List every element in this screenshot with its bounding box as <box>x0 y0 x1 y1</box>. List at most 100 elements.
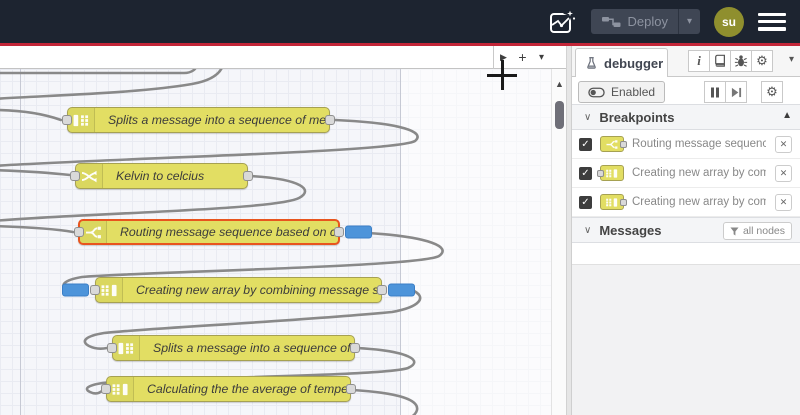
main-menu-button[interactable] <box>758 11 786 33</box>
message-filter-button[interactable]: all nodes <box>722 222 792 240</box>
change-node-icon <box>81 170 97 182</box>
deploy-button-group: Deploy ▾ <box>590 9 700 34</box>
input-port[interactable] <box>90 285 100 295</box>
canvas-vertical-scrollbar[interactable]: ▲ <box>551 69 566 415</box>
mini-node-icon <box>600 136 627 152</box>
remove-breakpoint-button[interactable]: ✕ <box>775 165 792 182</box>
node-icon-area <box>107 377 134 401</box>
scrollbar-up-arrow[interactable]: ▲ <box>554 79 565 89</box>
breakpoint-row[interactable]: ✓ Creating new array by combining message… <box>572 188 800 217</box>
debugger-toolbar: Enabled ⚙ <box>572 77 800 104</box>
sidebar-tab-buttons: i ⚙ <box>688 50 773 72</box>
debugger-config-button[interactable]: ⚙ <box>761 81 783 103</box>
list-scroll-up-arrow[interactable]: ▲ <box>782 110 792 121</box>
pause-icon <box>711 87 719 97</box>
toggle-icon <box>588 87 605 97</box>
breakpoint-row[interactable]: ✓ Routing message sequence based on condi… <box>572 130 800 159</box>
join-node-icon <box>606 197 618 207</box>
header-bar: Deploy ▾ su <box>0 0 800 43</box>
breakpoints-title: Breakpoints <box>599 109 675 125</box>
breakpoints-section-header[interactable]: ∨ Breakpoints ▲ <box>572 104 800 130</box>
flow-chart-sparkle-icon <box>549 7 576 33</box>
node-label: Routing message sequence based on condit… <box>120 225 338 239</box>
breakpoint-marker[interactable] <box>388 283 415 297</box>
flow-list-caret-button[interactable]: ▾ <box>532 46 551 69</box>
flow-node[interactable]: Routing message sequence based on condit… <box>74 219 372 245</box>
node-icon-area <box>68 108 95 132</box>
sidebar: debugger i ⚙ ▾ Enabled ⚙ ∨ Breakpoints ▲… <box>572 46 800 415</box>
flow-node[interactable]: Calculating the the average of temperatu… <box>101 376 356 402</box>
deploy-options-caret[interactable]: ▾ <box>678 9 700 34</box>
messages-empty-list <box>572 243 800 264</box>
split-node-icon <box>73 114 88 126</box>
sidebar-settings-button[interactable]: ⚙ <box>751 50 773 72</box>
mini-node-icon <box>597 165 624 181</box>
join-node-icon <box>101 284 117 296</box>
flow-canvas[interactable]: Splits a message into a sequence of mess… <box>0 69 551 415</box>
remove-breakpoint-button[interactable]: ✕ <box>775 194 792 211</box>
help-book-button[interactable] <box>709 50 731 72</box>
breakpoint-checkbox[interactable]: ✓ <box>579 137 592 151</box>
mini-node-port <box>620 140 627 148</box>
info-button[interactable]: i <box>688 50 710 72</box>
messages-title: Messages <box>599 222 662 238</box>
messages-section-header[interactable]: ∨ Messages all nodes <box>572 217 800 243</box>
breakpoint-marker[interactable] <box>345 225 372 239</box>
breakpoint-checkbox[interactable]: ✓ <box>579 166 592 180</box>
user-avatar[interactable]: su <box>714 6 744 37</box>
workspace-region: ▶ + ▾ Splits a message into a sequence o… <box>0 46 566 415</box>
deploy-nodes-icon <box>601 16 621 27</box>
mini-node-icon <box>600 194 627 210</box>
input-port[interactable] <box>107 343 117 353</box>
debugger-enabled-toggle[interactable]: Enabled <box>578 81 666 103</box>
tab-scroll-right-button[interactable]: ▶ <box>494 46 513 69</box>
breakpoint-label: Creating new array by combining message … <box>632 167 766 179</box>
node-label: Kelvin to celcius <box>116 169 205 183</box>
breakpoint-checkbox[interactable]: ✓ <box>579 195 592 209</box>
output-port[interactable] <box>377 285 387 295</box>
gear-icon: ⚙ <box>766 84 778 99</box>
scrollbar-thumb[interactable] <box>555 101 564 129</box>
split-node-icon <box>118 342 133 354</box>
flow-node[interactable]: Splits a message into a sequence of mess… <box>62 107 335 133</box>
mini-node-port <box>620 198 627 206</box>
input-port[interactable] <box>74 227 84 237</box>
join-node-icon <box>112 383 128 395</box>
message-filter-label: all nodes <box>742 225 785 237</box>
breakpoint-marker[interactable] <box>62 283 89 297</box>
pause-button[interactable] <box>704 81 726 103</box>
node-icon-area <box>76 164 103 188</box>
flow-node[interactable]: Splits a message into a sequence of mess… <box>107 335 360 361</box>
breakpoint-row[interactable]: ✓ Creating new array by combining message… <box>572 159 800 188</box>
input-port[interactable] <box>70 171 80 181</box>
step-button[interactable] <box>725 81 747 103</box>
node-icon-area <box>80 221 107 243</box>
remove-breakpoint-button[interactable]: ✕ <box>775 136 792 153</box>
mini-node-port <box>597 169 604 177</box>
node-label: Calculating the the average of temperatu… <box>147 382 350 396</box>
breakpoint-label: Creating new array by combining message … <box>632 196 766 208</box>
output-port[interactable] <box>350 343 360 353</box>
enabled-label: Enabled <box>611 85 656 99</box>
sidebar-menu-caret[interactable]: ▾ <box>789 54 794 65</box>
flow-node[interactable]: Kelvin to celcius <box>70 163 253 189</box>
flow-node[interactable]: Creating new array by combining message … <box>62 277 415 303</box>
node-icon-area <box>113 336 140 360</box>
bug-icon <box>734 55 748 67</box>
node-label: Creating new array by combining message … <box>136 283 381 297</box>
input-port[interactable] <box>62 115 72 125</box>
deploy-button[interactable]: Deploy <box>591 14 678 29</box>
deploy-label: Deploy <box>627 14 668 29</box>
chevron-down-icon: ∨ <box>584 111 592 123</box>
breakpoints-list: ✓ Routing message sequence based on condi… <box>572 130 800 217</box>
add-flow-button[interactable]: + <box>513 46 532 69</box>
output-port[interactable] <box>334 227 344 237</box>
output-port[interactable] <box>346 384 356 394</box>
output-port[interactable] <box>325 115 335 125</box>
ai-assistant-button[interactable] <box>547 7 577 37</box>
debug-bug-button[interactable] <box>730 50 752 72</box>
output-port[interactable] <box>243 171 253 181</box>
input-port[interactable] <box>101 384 111 394</box>
breakpoint-label: Routing message sequence based on condit… <box>632 138 766 150</box>
tab-debugger[interactable]: debugger <box>575 48 668 77</box>
